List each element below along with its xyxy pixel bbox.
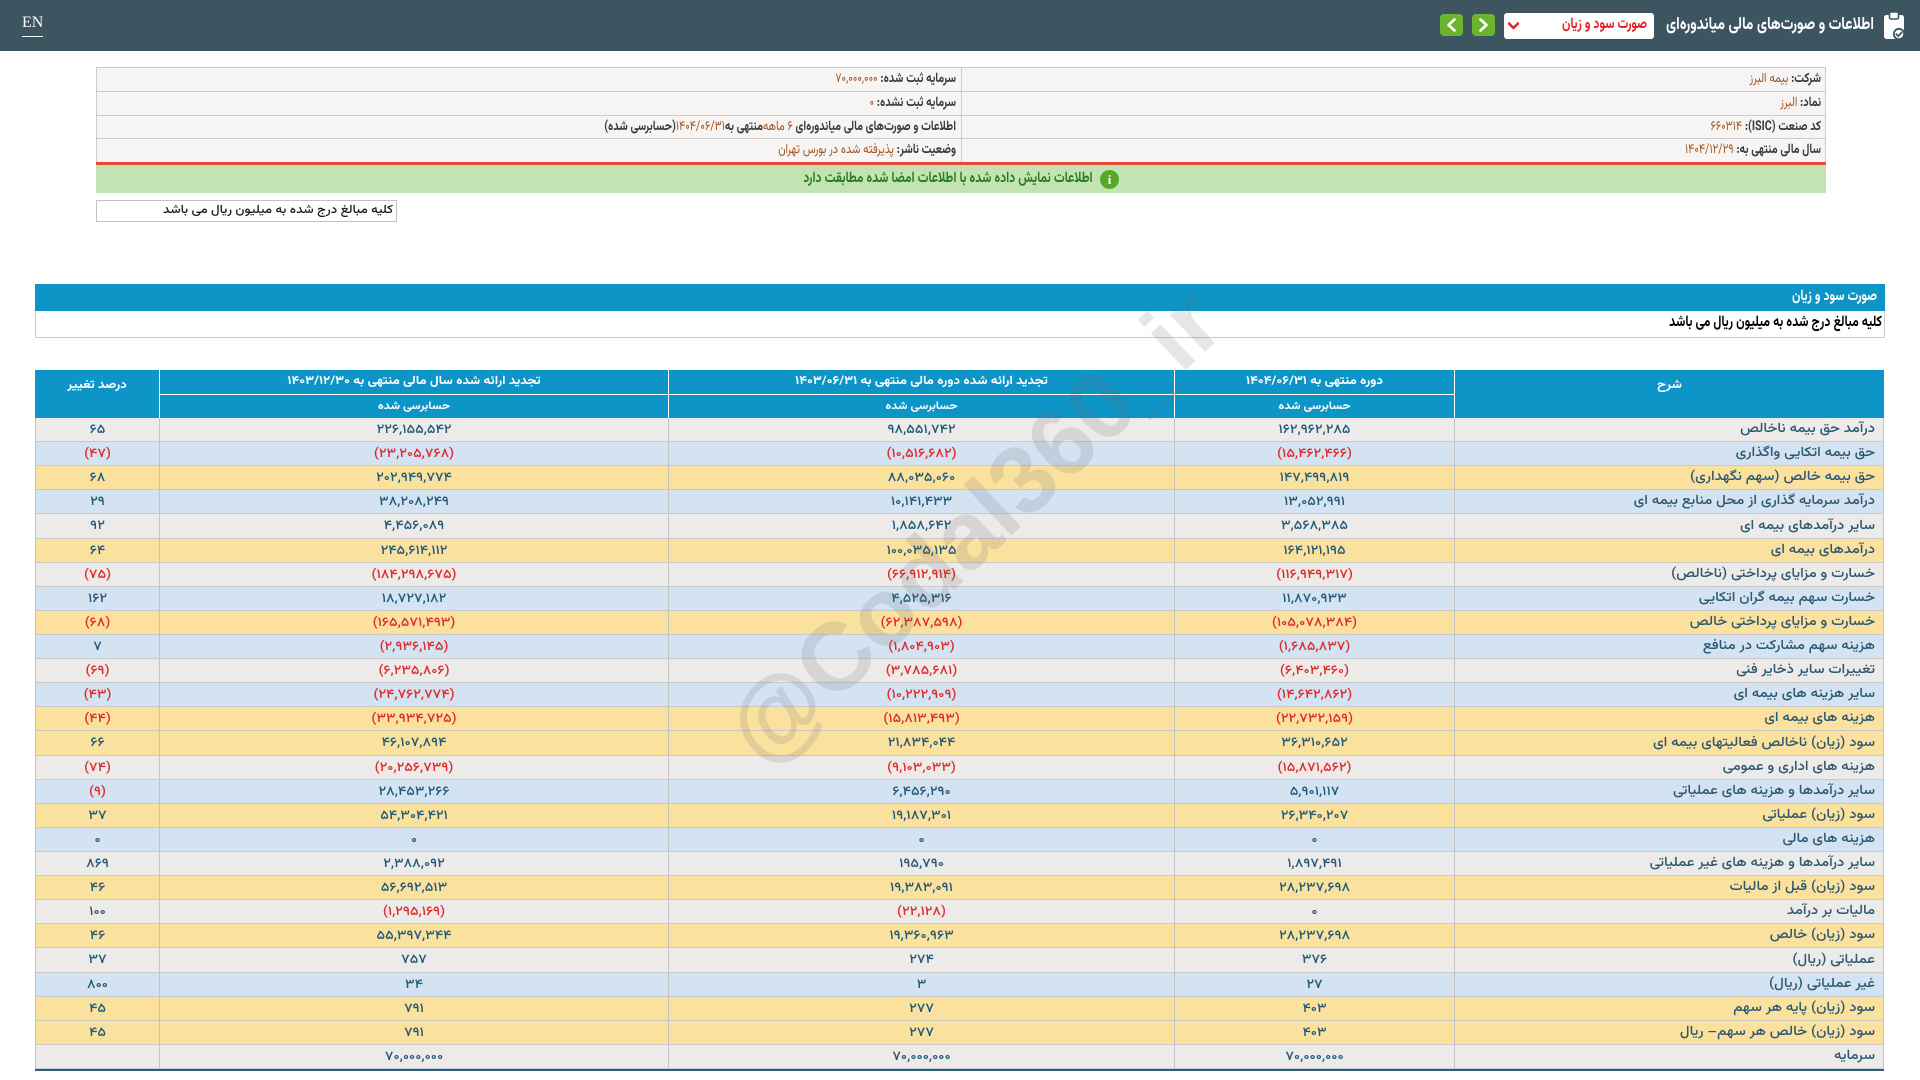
svg-text:i: i	[1107, 172, 1111, 187]
